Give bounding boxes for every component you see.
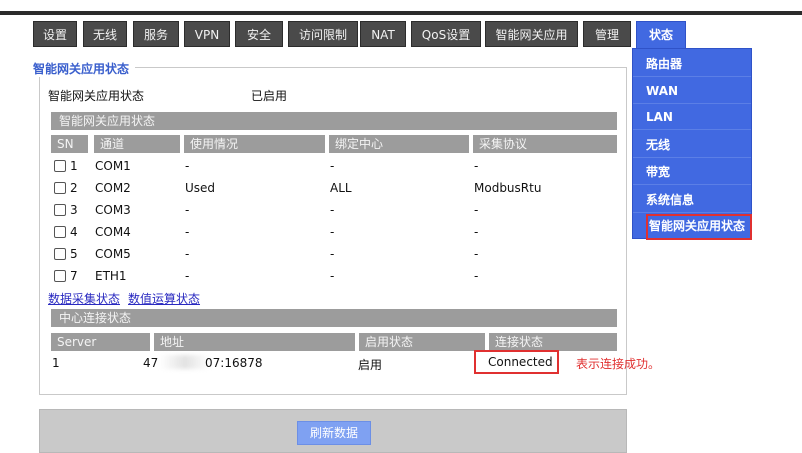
header-address: 地址 <box>154 333 355 351</box>
tab-security[interactable]: 安全 <box>235 21 283 47</box>
table-row: 7 ETH1 - - - <box>48 268 618 286</box>
conn-server: 1 <box>52 356 60 370</box>
submenu-wan[interactable]: WAN <box>633 78 751 104</box>
submenu-system-info[interactable]: 系统信息 <box>633 187 751 213</box>
row-checkbox[interactable] <box>54 204 66 216</box>
header-usage: 使用情况 <box>184 135 325 153</box>
row-usage: - <box>185 203 190 217</box>
row-checkbox[interactable] <box>54 226 66 238</box>
header-channel: 通道 <box>94 135 180 153</box>
header-enabled: 启用状态 <box>359 333 485 351</box>
table-row: 2 COM2 Used ALL ModbusRtu <box>48 180 618 198</box>
row-center: - <box>330 159 335 173</box>
row-usage: - <box>185 159 190 173</box>
row-channel: COM2 <box>95 181 131 195</box>
header-sn: SN <box>51 135 88 153</box>
row-center: - <box>330 225 335 239</box>
row-protocol: - <box>474 159 479 173</box>
header-center: 绑定中心 <box>329 135 469 153</box>
refresh-button[interactable]: 刷新数据 <box>297 421 371 445</box>
row-checkbox[interactable] <box>54 160 66 172</box>
table-row: 3 COM3 - - - <box>48 202 618 220</box>
row-checkbox[interactable] <box>54 270 66 282</box>
tab-qos[interactable]: QoS设置 <box>411 21 481 47</box>
row-center: - <box>330 203 335 217</box>
tab-wireless[interactable]: 无线 <box>83 21 127 47</box>
row-channel: COM4 <box>95 225 131 239</box>
conn-enabled: 启用 <box>358 358 383 372</box>
table-row: 1 COM1 - - - <box>48 158 618 176</box>
submenu-router[interactable]: 路由器 <box>633 51 751 77</box>
row-protocol: - <box>474 203 479 217</box>
table-row: 5 COM5 - - - <box>48 246 618 264</box>
submenu-smart-gateway-status[interactable]: 智能网关应用状态 <box>646 214 752 240</box>
tab-management[interactable]: 管理 <box>583 21 631 47</box>
tab-access-restrictions[interactable]: 访问限制 <box>288 21 358 47</box>
value-calculation-status-link[interactable]: 数值运算状态 <box>128 290 200 307</box>
row-sn: 5 <box>70 247 78 261</box>
row-sn: 2 <box>70 181 78 195</box>
row-sn: 3 <box>70 203 78 217</box>
row-sn: 4 <box>70 225 78 239</box>
connection-status-badge: Connected <box>474 350 559 374</box>
tab-nat[interactable]: NAT <box>360 21 406 47</box>
header-protocol: 采集协议 <box>473 135 617 153</box>
row-center: ALL <box>330 181 352 195</box>
tab-status[interactable]: 状态 <box>636 21 686 49</box>
conn-address-end: 07:16878 <box>205 356 263 370</box>
header-server: Server <box>51 333 150 351</box>
tab-settings[interactable]: 设置 <box>33 21 77 47</box>
status-submenu: 路由器 WAN LAN 无线 带宽 系统信息 智能网关应用状态 <box>632 48 752 240</box>
row-protocol: - <box>474 269 479 283</box>
address-redaction <box>160 355 210 369</box>
row-channel: COM3 <box>95 203 131 217</box>
row-usage: - <box>185 247 190 261</box>
submenu-lan[interactable]: LAN <box>633 104 751 130</box>
data-collection-status-link[interactable]: 数据采集状态 <box>48 290 120 307</box>
row-usage: - <box>185 269 190 283</box>
row-protocol: - <box>474 247 479 261</box>
header-connection: 连接状态 <box>489 333 617 351</box>
connection-note: 表示连接成功。 <box>576 357 661 371</box>
row-center: - <box>330 247 335 261</box>
row-channel: ETH1 <box>95 269 127 283</box>
submenu-bandwidth[interactable]: 带宽 <box>633 159 751 185</box>
row-usage: - <box>185 225 190 239</box>
table-row: 4 COM4 - - - <box>48 224 618 242</box>
row-sn: 7 <box>70 269 78 283</box>
tab-vpn[interactable]: VPN <box>184 21 230 47</box>
tab-smart-gateway[interactable]: 智能网关应用 <box>485 21 578 47</box>
row-center: - <box>330 269 335 283</box>
app-table-title: 智能网关应用状态 <box>51 112 617 130</box>
row-sn: 1 <box>70 159 78 173</box>
row-channel: COM5 <box>95 247 131 261</box>
conn-address-start: 47 <box>143 356 159 370</box>
footer-bar: 刷新数据 <box>39 409 627 453</box>
status-value: 已启用 <box>251 89 288 103</box>
conn-table-title: 中心连接状态 <box>51 309 617 327</box>
status-label: 智能网关应用状态 <box>48 89 145 103</box>
row-channel: COM1 <box>95 159 131 173</box>
row-protocol: - <box>474 225 479 239</box>
row-checkbox[interactable] <box>54 248 66 260</box>
row-usage: Used <box>185 181 216 195</box>
tab-services[interactable]: 服务 <box>133 21 179 47</box>
submenu-wireless[interactable]: 无线 <box>633 132 751 158</box>
top-border <box>0 11 802 15</box>
row-protocol: ModbusRtu <box>474 181 542 195</box>
section-title: 智能网关应用状态 <box>33 60 136 77</box>
row-checkbox[interactable] <box>54 182 66 194</box>
